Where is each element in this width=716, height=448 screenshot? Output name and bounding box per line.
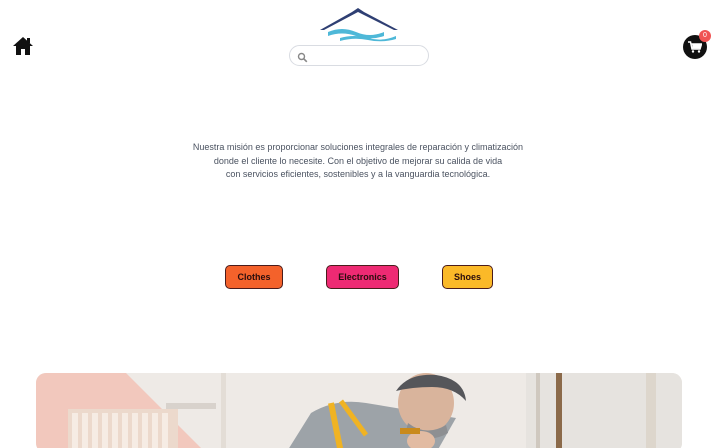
cart-count-badge: 0 — [699, 30, 711, 42]
search-input[interactable] — [310, 48, 422, 63]
hero-image — [36, 373, 682, 448]
category-clothes-button[interactable]: Clothes — [225, 265, 283, 289]
mission-line: con servicios eficientes, sostenibles y … — [225, 169, 491, 179]
mission-line: Nuestra misión es proporcionar solucione… — [192, 142, 524, 152]
category-electronics-button[interactable]: Electronics — [326, 265, 399, 289]
mission-line: donde el cliente lo necesite. Con el obj… — [213, 155, 503, 166]
category-buttons: Clothes Electronics Shoes — [0, 265, 716, 289]
category-shoes-button[interactable]: Shoes — [442, 265, 493, 289]
mission-statement: Nuestra misión es proporcionar solucione… — [150, 141, 566, 182]
brand-logo[interactable] — [318, 8, 400, 42]
search-bar[interactable] — [289, 45, 429, 66]
cart-button[interactable]: 0 — [683, 30, 711, 59]
home-icon[interactable] — [12, 35, 34, 57]
search-icon — [297, 50, 308, 63]
cart-icon — [688, 41, 702, 53]
